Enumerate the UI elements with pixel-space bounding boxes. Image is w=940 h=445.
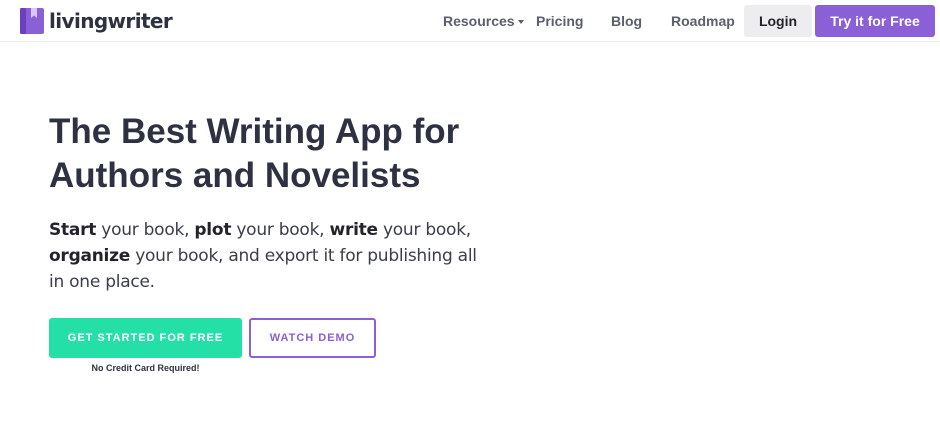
top-navbar: livingwriter Resources Pricing Blog Road… <box>0 0 940 42</box>
nav-resources-label: Resources <box>443 13 515 29</box>
hero-title-line-1: The Best Writing App for <box>49 112 460 151</box>
caret-down-icon <box>517 19 524 24</box>
book-logo-icon <box>20 8 44 34</box>
desc-plot-bold: plot <box>194 220 232 240</box>
no-credit-card-note: No Credit Card Required! <box>91 363 200 373</box>
desc-start-bold: Start <box>49 220 97 240</box>
desc-text-4: your book, and export it for publishing … <box>130 246 477 266</box>
logo-link[interactable]: livingwriter <box>20 7 173 35</box>
hero-title-line-2: Authors and Novelists <box>49 156 421 195</box>
hero-title: The Best Writing App for Authors and Nov… <box>49 110 529 198</box>
hero-desc-line-3: in one place. <box>49 272 155 292</box>
desc-write-bold: write <box>329 220 378 240</box>
nav-blog-link[interactable]: Blog <box>611 13 642 29</box>
brand-name: livingwriter <box>49 9 173 33</box>
desc-organize-bold: organize <box>49 246 131 266</box>
hero-desc-line-1: Start your book, plot your book, write y… <box>49 217 489 243</box>
desc-text-1: your book, <box>96 220 195 240</box>
nav-resources-menu[interactable]: Resources <box>443 13 524 29</box>
nav-pricing-link[interactable]: Pricing <box>536 13 583 29</box>
login-button[interactable]: Login <box>744 5 812 37</box>
watch-demo-button[interactable]: WATCH DEMO <box>249 318 376 358</box>
hero-description: Start your book, plot your book, write y… <box>49 217 489 295</box>
desc-text-3: your book, <box>377 220 471 240</box>
hero-desc-line-2: organize your book, and export it for pu… <box>49 243 489 269</box>
desc-text-2: your book, <box>231 220 330 240</box>
get-started-button[interactable]: GET STARTED FOR FREE <box>49 318 242 358</box>
try-free-button[interactable]: Try it for Free <box>815 5 935 37</box>
nav-roadmap-link[interactable]: Roadmap <box>671 13 735 29</box>
